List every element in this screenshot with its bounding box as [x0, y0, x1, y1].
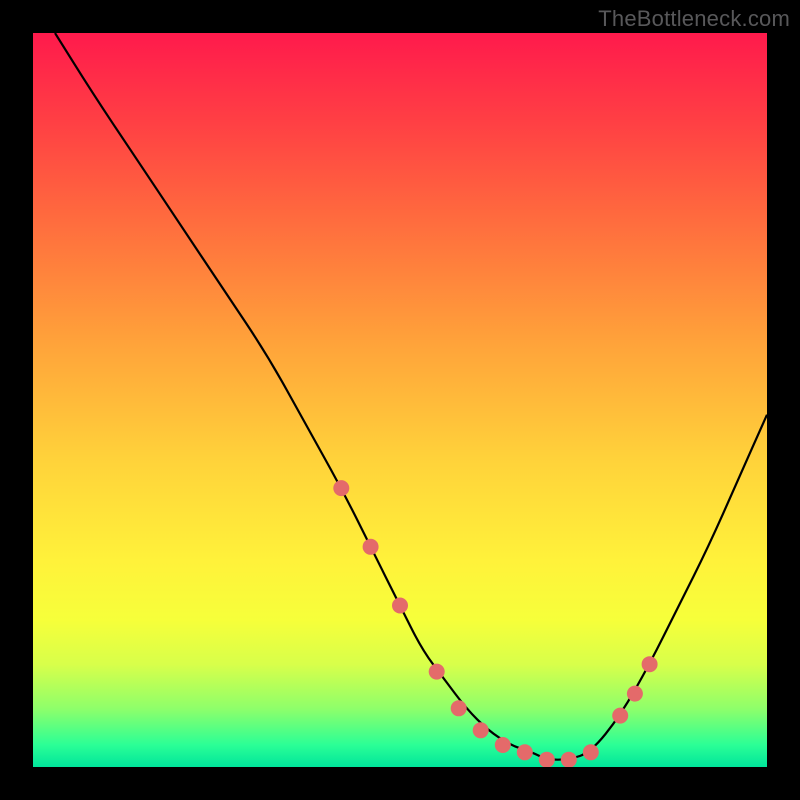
data-point — [627, 686, 643, 702]
data-point — [392, 598, 408, 614]
curve-layer — [33, 33, 767, 767]
data-point — [429, 664, 445, 680]
data-point — [539, 752, 555, 767]
data-point — [561, 752, 577, 767]
chart-stage: TheBottleneck.com — [0, 0, 800, 800]
data-point — [363, 539, 379, 555]
plot-area — [33, 33, 767, 767]
data-point — [583, 744, 599, 760]
data-point — [642, 656, 658, 672]
data-point — [333, 480, 349, 496]
data-point — [517, 744, 533, 760]
watermark-text: TheBottleneck.com — [598, 6, 790, 32]
bottleneck-curve — [55, 33, 767, 760]
highlighted-points — [333, 480, 657, 767]
data-point — [451, 700, 467, 716]
data-point — [612, 708, 628, 724]
data-point — [473, 722, 489, 738]
data-point — [495, 737, 511, 753]
